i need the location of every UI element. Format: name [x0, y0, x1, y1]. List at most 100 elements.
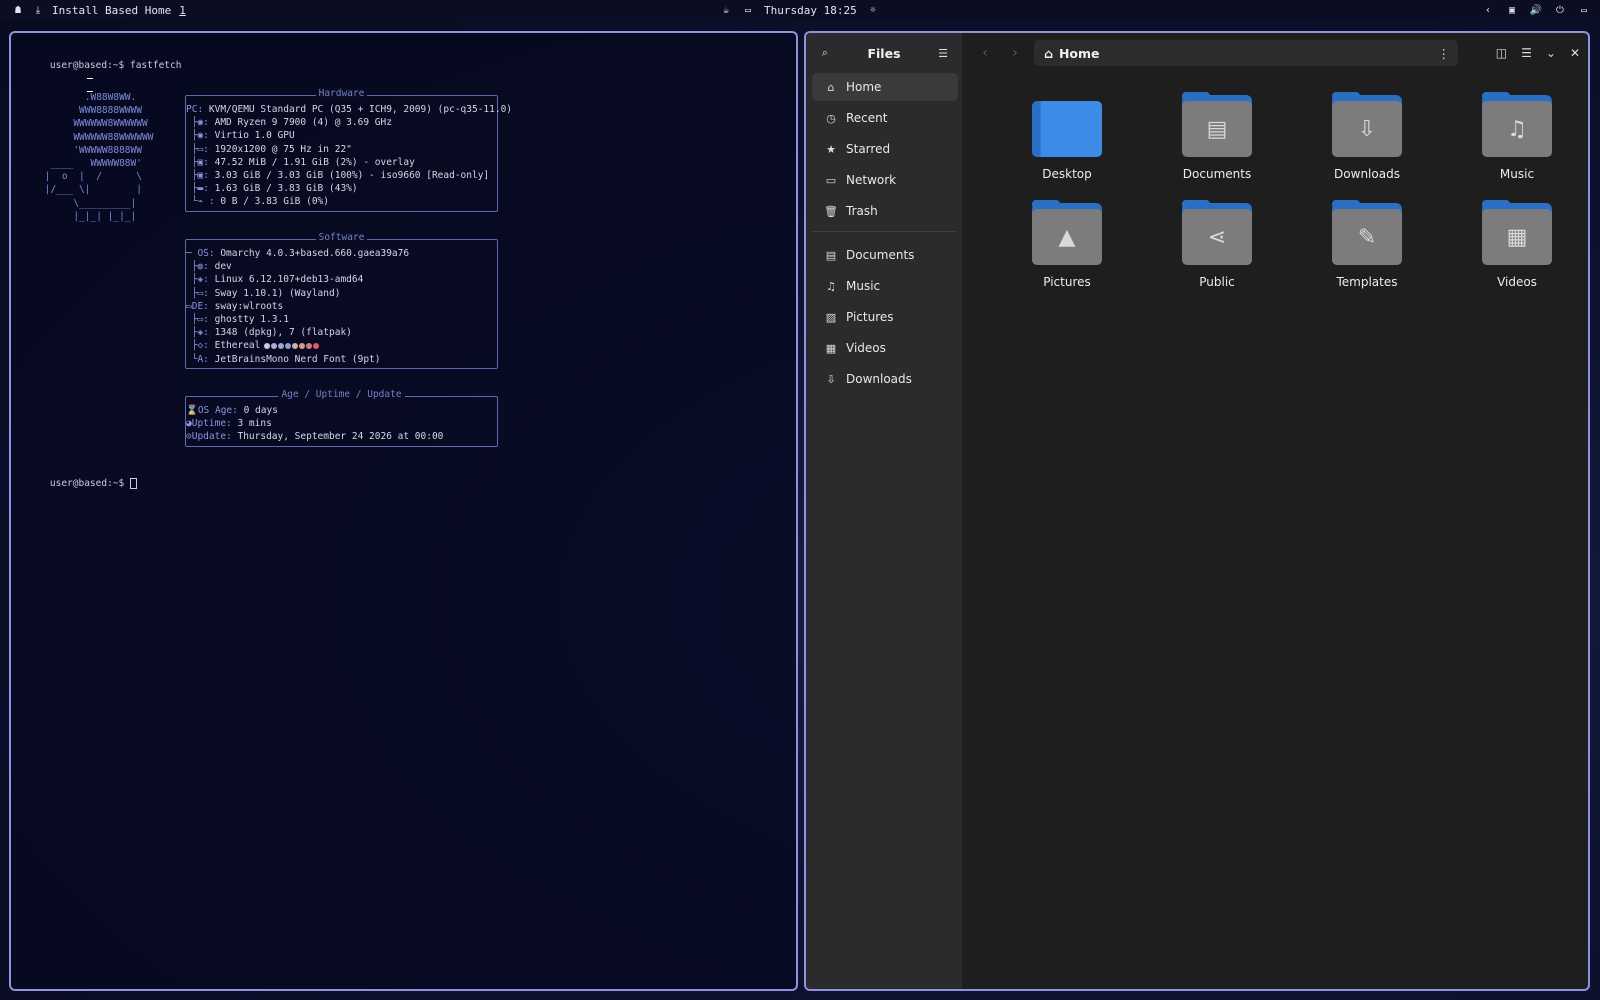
search-icon[interactable]: ⌕ — [818, 46, 832, 60]
info-key: ├▭: — [186, 143, 215, 155]
sidebar-item-label: Pictures — [846, 310, 894, 324]
chevron-left-icon[interactable]: ‹ — [1482, 5, 1494, 17]
sidebar-item-network[interactable]: ▭ Network — [812, 166, 958, 194]
home-icon: ⌂ — [827, 80, 835, 94]
age-title: Age / Uptime / Update — [278, 389, 405, 400]
info-key: └A: — [186, 353, 215, 365]
palette-dot — [271, 342, 278, 349]
info-value: 3 mins — [237, 418, 272, 430]
info-value: Linux 6.12.107+deb13-amd64 — [214, 274, 364, 286]
folder-label: Public — [1199, 275, 1235, 289]
close-icon[interactable]: ✕ — [1570, 46, 1580, 60]
palette-dot — [292, 342, 299, 349]
videos-icon: ▦ — [825, 341, 837, 355]
info-value: 0 days — [243, 405, 278, 416]
folder-label: Videos — [1497, 275, 1537, 289]
hardware-rows: PC: KVM/QEMU Standard PC (Q35 + ICH9, 20… — [186, 103, 512, 209]
forward-button[interactable]: › — [1000, 45, 1030, 61]
app-title: Files — [867, 45, 901, 61]
sidebar-item-downloads[interactable]: ⇩ Downloads — [812, 365, 958, 393]
templates-folder-icon: ✎ — [1332, 200, 1402, 265]
folder-body: ▲ — [1032, 209, 1102, 265]
coffee-icon[interactable]: ☕ — [720, 5, 732, 17]
back-button[interactable]: ‹ — [970, 45, 1000, 61]
sidebar-item-recent[interactable]: ◷ Recent — [812, 104, 958, 132]
software-box: Software ─ OS: Omarchy 4.0.3+based.660.g… — [185, 232, 498, 369]
files-window[interactable]: ⌕ Files ☰ ⌂ Home ◷ Recent ★ Starred ▭ Network 🗑 T… — [804, 31, 1590, 991]
folder-downloads[interactable]: ⇩ Downloads — [1292, 92, 1442, 181]
brightness-icon[interactable]: ☼ — [867, 5, 879, 17]
info-key: ├◇: — [186, 340, 215, 352]
recent-icon: ◷ — [826, 111, 836, 125]
folder-pictures[interactable]: ▲ Pictures — [992, 200, 1142, 289]
documents-icon: ▤ — [825, 248, 837, 262]
folder-public[interactable]: ⋖ Public — [1142, 200, 1292, 289]
software-rows: ─ OS: Omarchy 4.0.3+based.660.gaea39a76 … — [186, 247, 409, 366]
sidebar-item-pictures[interactable]: ▨ Pictures — [812, 303, 958, 331]
info-key: ├▬: — [186, 183, 215, 195]
monitor-icon[interactable]: ▭ — [742, 5, 754, 17]
info-row: ◕Uptime: 3 mins — [186, 417, 443, 430]
folder-documents[interactable]: ▤ Documents — [1142, 92, 1292, 181]
info-value: 1.63 GiB / 3.83 GiB (43%) — [214, 183, 358, 195]
power-icon[interactable]: ⏻ — [1554, 5, 1566, 17]
info-key: ├◉: — [186, 130, 215, 142]
info-value: 1920x1200 @ 75 Hz in 22" — [214, 143, 352, 155]
folder-body: ⇩ — [1332, 101, 1402, 157]
info-row: ├▭: Sway 1.10.1) (Wayland) — [186, 287, 409, 300]
sidebar-item-music[interactable]: ♫ Music — [812, 272, 958, 300]
info-key: ⊙Update: — [186, 431, 238, 443]
menu-icon[interactable]: ☰ — [936, 46, 950, 60]
folder-body: ⋖ — [1182, 209, 1252, 265]
pictures-folder-icon: ▲ — [1032, 200, 1102, 265]
sidebar-item-trash[interactable]: 🗑 Trash — [812, 197, 958, 225]
sidebar-item-documents[interactable]: ▤ Documents — [812, 241, 958, 269]
videos-folder-icon: ▦ — [1482, 200, 1552, 265]
info-key: ├▣: — [186, 156, 215, 168]
sidebar-item-starred[interactable]: ★ Starred — [812, 135, 958, 163]
info-value: ghostty 1.3.1 — [214, 314, 289, 326]
info-row: ├▬: 1.63 GiB / 3.83 GiB (43%) — [186, 182, 512, 195]
sidebar-item-label: Trash — [846, 204, 878, 218]
info-key: ├◍: — [186, 261, 215, 273]
sidebar-item-home[interactable]: ⌂ Home — [812, 73, 958, 101]
prompt: user@based:~$ — [49, 60, 125, 71]
info-value: 3.03 GiB / 3.03 GiB (100%) - iso9660 [Re… — [214, 170, 490, 182]
sidebar-divider — [812, 231, 956, 232]
folder-body: ▤ — [1182, 101, 1252, 157]
info-key: ├◈: — [186, 274, 215, 286]
info-row: PC: KVM/QEMU Standard PC (Q35 + ICH9, 20… — [186, 103, 512, 116]
info-key: ⌛OS Age: — [186, 405, 244, 416]
tray-icon[interactable]: ▣ — [1506, 5, 1518, 17]
ascii-logo: .W88W8WW. WWW8888WWWW WWWWWW8WWWWWW WWWW… — [44, 92, 154, 222]
clock[interactable]: Thursday 18:25 — [764, 4, 857, 17]
folder-videos[interactable]: ▦ Videos — [1442, 200, 1588, 289]
folder-music[interactable]: ♫ Music — [1442, 92, 1588, 181]
sidebar-item-videos[interactable]: ▦ Videos — [812, 334, 958, 362]
info-value: Omarchy 4.0.3+based.660.gaea39a76 — [220, 248, 410, 259]
distro-logo-icon[interactable]: ☗ — [12, 5, 24, 17]
age-rows: ⌛OS Age: 0 days ◕Uptime: 3 mins ⊙Update: T… — [186, 404, 443, 444]
workspace-indicator[interactable]: 1 — [179, 4, 186, 17]
display-icon[interactable]: ▭ — [1578, 5, 1590, 17]
color-palette — [264, 340, 320, 351]
screenshot-icon[interactable]: ◫ — [1496, 46, 1507, 60]
info-value: 1348 (dpkg), 7 (flatpak) — [214, 327, 352, 339]
info-row: ├◍: dev — [186, 260, 409, 273]
age-box: Age / Uptime / Update ⌛OS Age: 0 days ◕Up… — [185, 389, 498, 447]
downloads-icon: ⇩ — [826, 372, 836, 386]
info-key: └⌁ : — [186, 196, 221, 208]
prompt-line[interactable]: user@based:~$ — [27, 467, 137, 500]
folder-desktop[interactable]: Desktop — [992, 95, 1142, 181]
software-title: Software — [315, 232, 368, 243]
list-view-icon[interactable]: ☰ — [1521, 46, 1532, 60]
chevron-down-icon[interactable]: ⌄ — [1546, 46, 1556, 60]
volume-icon[interactable]: 🔊 — [1530, 5, 1542, 17]
more-options-icon[interactable]: ⋮ — [1438, 46, 1451, 61]
folder-label: Documents — [1182, 167, 1252, 181]
music-icon: ♫ — [826, 279, 836, 293]
folder-templates[interactable]: ✎ Templates — [1292, 200, 1442, 289]
terminal-window[interactable]: user@based:~$ fastfetch .W88W8WW. WWW888… — [9, 31, 798, 991]
path-bar[interactable]: ⌂ Home ⋮ — [1034, 40, 1458, 66]
info-value: 0 B / 3.83 GiB (0%) — [220, 196, 329, 208]
